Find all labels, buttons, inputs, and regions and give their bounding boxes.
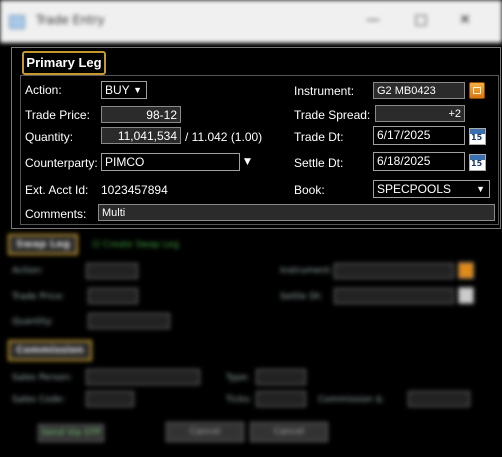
swap-trade-price-label: Trade Price:	[12, 292, 65, 302]
counterparty-label: Counterparty:	[25, 156, 98, 170]
swap-action-select[interactable]	[86, 263, 138, 279]
swap-quantity-field[interactable]	[88, 313, 170, 329]
calendar-day: 15	[471, 133, 483, 142]
book-value: SPECPOOLS	[377, 182, 452, 196]
instrument-label: Instrument:	[294, 84, 355, 98]
book-label: Book:	[294, 183, 325, 197]
instrument-field[interactable]: G2 MB0423	[373, 82, 465, 99]
settle-dt-calendar-icon[interactable]: 15	[469, 154, 486, 171]
book-select[interactable]: SPECPOOLS ▼	[373, 180, 490, 198]
action-value: BUY	[105, 83, 130, 97]
swap-trade-price-field[interactable]	[88, 288, 138, 304]
action-label: Action:	[25, 83, 62, 97]
action-select[interactable]: BUY ▼	[101, 81, 147, 99]
trade-price-field[interactable]: 98-12	[101, 106, 181, 123]
close-window-button[interactable]: ✕	[450, 9, 480, 31]
sales-code-field[interactable]	[86, 391, 134, 407]
tab-primary-leg[interactable]: Primary Leg	[22, 51, 106, 75]
counterparty-field[interactable]: PIMCO	[101, 153, 240, 171]
trade-price-label: Trade Price:	[25, 108, 90, 122]
maximize-button[interactable]: □	[406, 9, 436, 31]
minimize-button[interactable]: —	[358, 9, 388, 31]
tab-swap-leg[interactable]: Swap Leg	[8, 234, 79, 255]
quantity-field[interactable]: 11,041,534	[101, 127, 181, 144]
sales-person-select[interactable]	[86, 369, 200, 385]
title-bar: Trade Entry — □ ✕	[0, 0, 502, 43]
create-swap-leg-link[interactable]: ☑ Create Swap Leg	[92, 240, 179, 250]
sales-person-label: Sales Person:	[12, 373, 73, 383]
trade-spread-field[interactable]: +2	[375, 105, 465, 122]
swap-calendar-icon[interactable]	[458, 287, 474, 304]
swap-instrument-button[interactable]	[458, 262, 474, 279]
ext-acct-value: 1023457894	[101, 183, 168, 197]
swap-settle-field[interactable]	[334, 288, 454, 304]
swap-instrument-label: Instrument:	[280, 266, 333, 276]
ticks-label: Ticks:	[226, 395, 252, 405]
ticks-field[interactable]	[256, 391, 306, 407]
calendar-day: 15	[471, 159, 483, 168]
window-title: Trade Entry	[36, 13, 105, 27]
type-label: Type:	[226, 373, 250, 383]
sales-code-label: Sales Code:	[12, 395, 65, 405]
tab-commission[interactable]: Commission	[8, 340, 92, 361]
counterparty-dropdown-icon[interactable]: ▼	[244, 157, 251, 167]
chevron-down-icon: ▼	[476, 184, 485, 194]
app-icon	[9, 15, 25, 29]
quantity-label: Quantity:	[25, 130, 74, 144]
settle-dt-label: Settle Dt:	[294, 156, 344, 170]
chevron-down-icon: ▼	[133, 85, 142, 95]
lookup-icon	[473, 87, 481, 94]
send-via-stp-button[interactable]: Send Via STP	[38, 424, 104, 442]
instrument-lookup-button[interactable]	[469, 82, 485, 99]
close-button[interactable]: Cancel	[250, 422, 328, 442]
trade-dt-field[interactable]: 6/17/2025	[373, 126, 465, 145]
checkbox-icon: ☑	[92, 240, 103, 250]
quantity-ratio: / 11.042 (1.00)	[185, 130, 263, 144]
type-select[interactable]	[256, 369, 306, 385]
trade-dt-calendar-icon[interactable]: 15	[469, 128, 486, 145]
swap-action-label: Action:	[12, 266, 44, 276]
trade-dt-label: Trade Dt:	[294, 130, 344, 144]
comments-field[interactable]: Multi	[98, 204, 495, 221]
swap-quantity-label: Quantity:	[12, 317, 54, 327]
ext-acct-label: Ext. Acct Id:	[25, 183, 89, 197]
swap-settle-label: Settle Dt:	[280, 292, 323, 302]
commission-field[interactable]	[408, 391, 470, 407]
swap-instrument-field[interactable]	[334, 263, 454, 279]
commission-label: Commission $:	[318, 395, 385, 405]
settle-dt-field[interactable]: 6/18/2025	[373, 152, 465, 171]
create-swap-leg-label: Create Swap Leg	[102, 240, 179, 250]
comments-label: Comments:	[25, 207, 87, 221]
trade-spread-label: Trade Spread:	[294, 108, 371, 122]
cancel-button[interactable]: Cancel	[166, 422, 244, 442]
